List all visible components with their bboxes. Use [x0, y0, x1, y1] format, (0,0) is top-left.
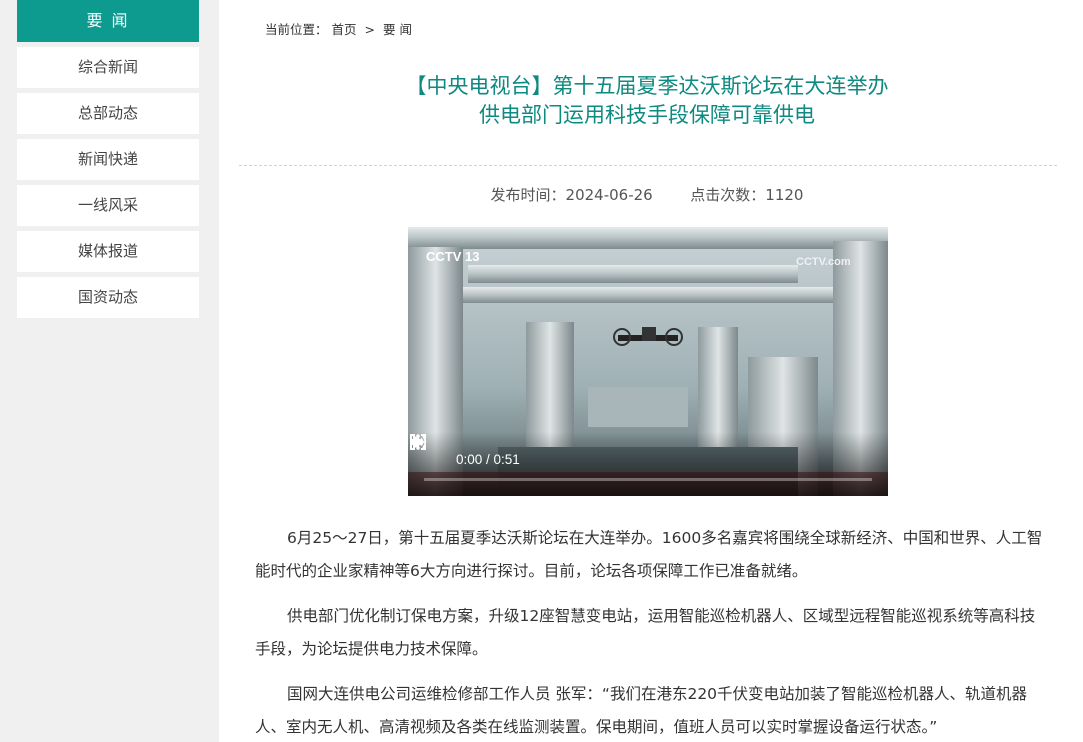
main-content: 当前位置： 首页 > 要 闻 【中央电视台】第十五届夏季达沃斯论坛在大连举办 供…: [219, 0, 1083, 742]
article-title-line2: 供电部门运用科技手段保障可靠供电: [479, 103, 815, 127]
title-divider: [239, 165, 1057, 166]
sidebar-item-general-news[interactable]: 综合新闻: [17, 47, 199, 88]
sidebar-item-frontline[interactable]: 一线风采: [17, 185, 199, 226]
publish-date: 2024-06-26: [565, 186, 653, 204]
video-player[interactable]: CCTV 13 CCTV.com 0:00 / 0:51: [408, 227, 888, 496]
article-body: 6月25～27日，第十五届夏季达沃斯论坛在大连举办。1600多名嘉宾将围绕全球新…: [255, 522, 1045, 742]
publish-label: 发布时间：: [490, 186, 566, 204]
article-meta: 发布时间：2024-06-26 点击次数：1120: [219, 184, 1075, 205]
sidebar-item-hq-news[interactable]: 总部动态: [17, 93, 199, 134]
breadcrumb-separator: >: [364, 22, 375, 37]
breadcrumb: 当前位置： 首页 > 要 闻: [265, 19, 412, 38]
cctv-watermark-left: CCTV 13: [426, 249, 479, 264]
video-controls: 0:00 / 0:51: [408, 432, 888, 496]
article-paragraph: 6月25～27日，第十五届夏季达沃斯论坛在大连举办。1600多名嘉宾将围绕全球新…: [255, 529, 1043, 580]
breadcrumb-prefix: 当前位置：: [265, 22, 328, 37]
article-title-line1: 【中央电视台】第十五届夏季达沃斯论坛在大连举办: [405, 74, 889, 98]
article-paragraph: 供电部门优化制订保电方案，升级12座智慧变电站，运用智能巡检机器人、区域型远程智…: [255, 607, 1036, 658]
views-label: 点击次数：: [690, 186, 766, 204]
video-progress-bar[interactable]: [424, 478, 872, 481]
breadcrumb-current-link[interactable]: 要 闻: [383, 22, 412, 37]
sidebar: 要 闻 综合新闻 总部动态 新闻快递 一线风采 媒体报道 国资动态: [17, 0, 199, 318]
article-paragraph: 国网大连供电公司运维检修部工作人员 张军：“我们在港东220千伏变电站加装了智能…: [255, 685, 1028, 736]
sidebar-header: 要 闻: [17, 0, 199, 42]
cctv-watermark-right: CCTV.com: [796, 256, 851, 268]
article-title: 【中央电视台】第十五届夏季达沃斯论坛在大连举办 供电部门运用科技手段保障可靠供电: [219, 72, 1075, 130]
sidebar-item-sasac-news[interactable]: 国资动态: [17, 277, 199, 318]
views-count: 1120: [765, 186, 804, 204]
sidebar-item-media-reports[interactable]: 媒体报道: [17, 231, 199, 272]
more-options-icon[interactable]: [408, 432, 428, 452]
video-time: 0:00 / 0:51: [456, 452, 520, 467]
breadcrumb-home-link[interactable]: 首页: [332, 22, 357, 37]
sidebar-item-news-express[interactable]: 新闻快递: [17, 139, 199, 180]
